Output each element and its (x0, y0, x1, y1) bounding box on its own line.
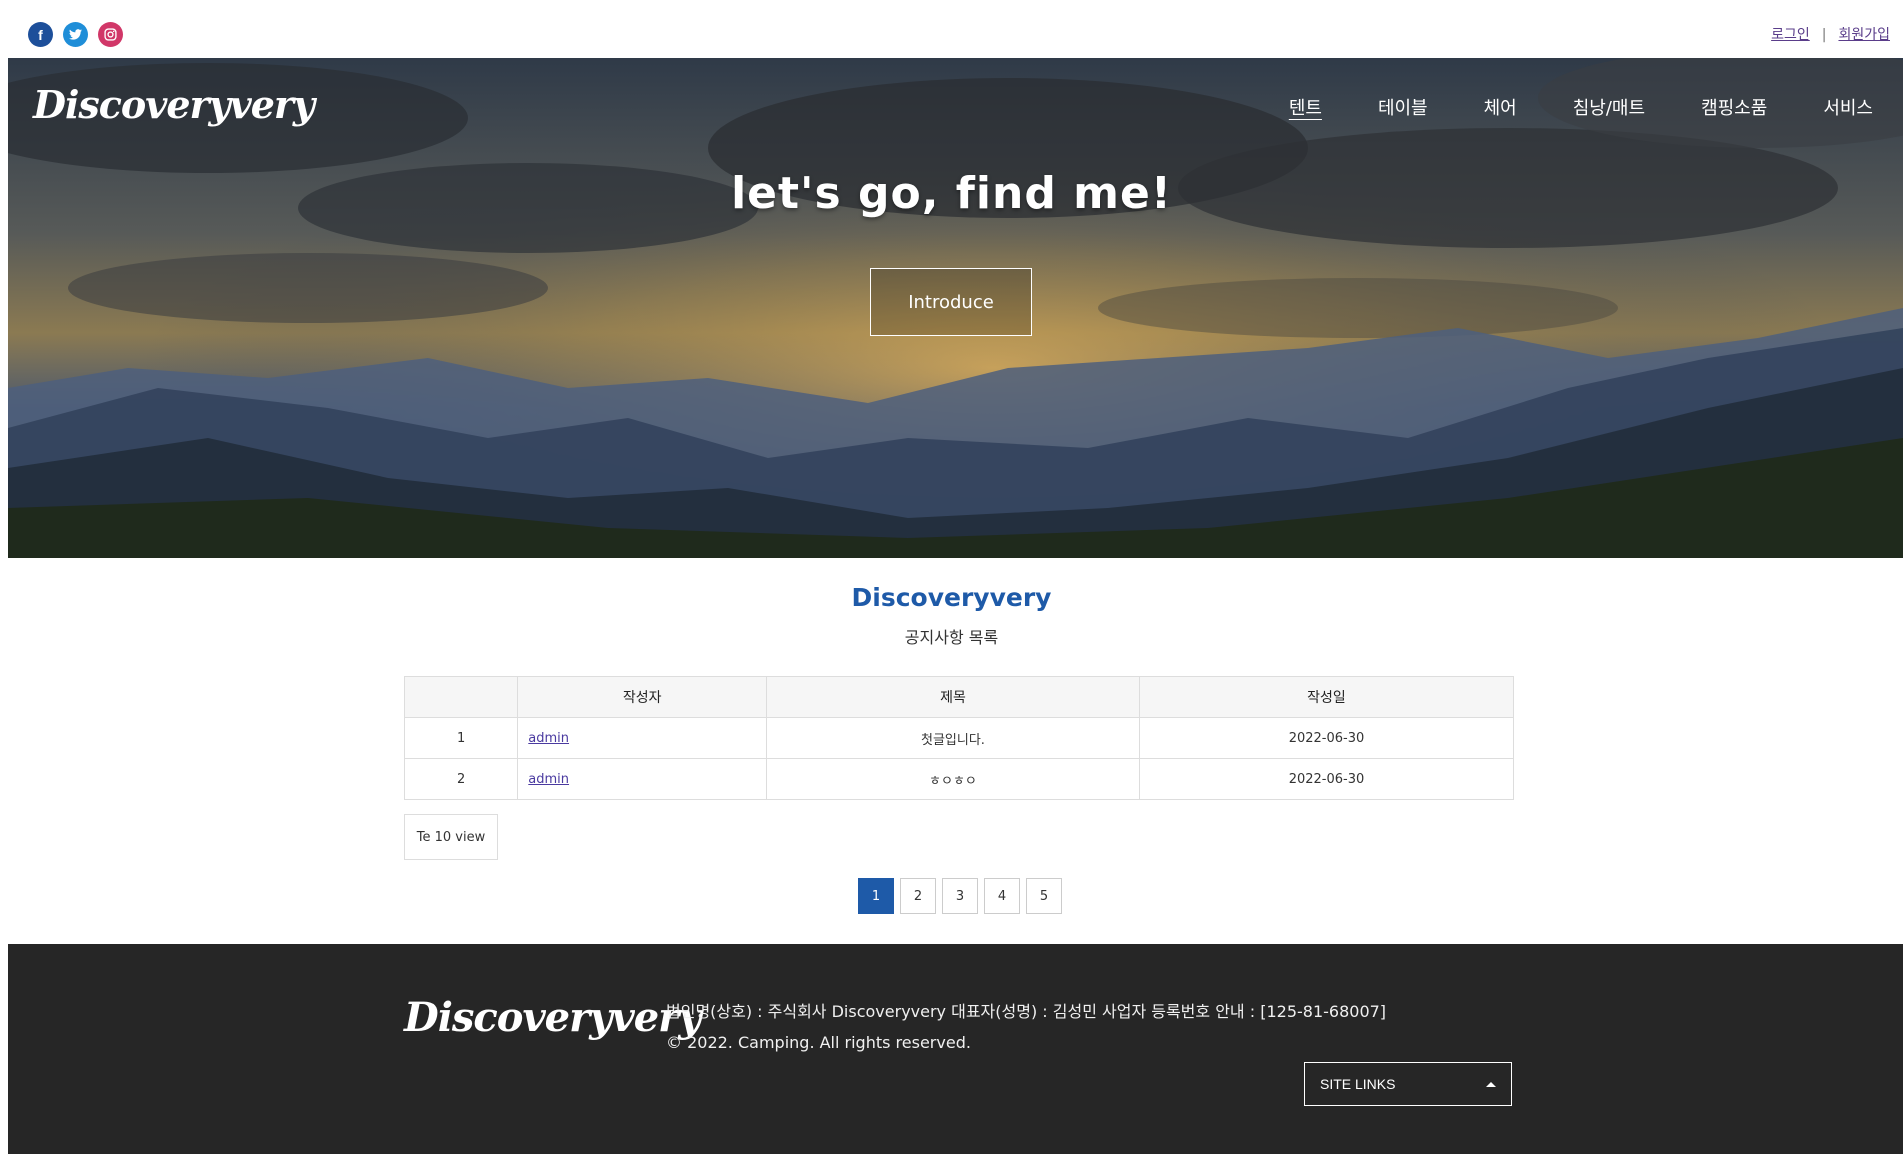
copyright: © 2022. Camping. All rights reserved. (666, 1033, 971, 1052)
page-button-2[interactable]: 2 (900, 878, 936, 914)
nav-item-table[interactable]: 테이블 (1378, 94, 1428, 120)
column-header-title: 제목 (765, 676, 1140, 718)
view-count-select[interactable]: Te 10 view (404, 814, 498, 860)
introduce-button[interactable]: Introduce (870, 268, 1032, 336)
row-date: 2022-06-30 (1138, 758, 1515, 800)
company-info: 법인명(상호) : 주식회사 Discoveryvery 대표자(성명) : 김… (666, 996, 1386, 1058)
page-button-1[interactable]: 1 (858, 878, 894, 914)
top-bar: f 로그인 | 회원가입 (0, 0, 1903, 58)
writer-link[interactable]: admin (528, 731, 569, 746)
login-link[interactable]: 로그인 (1771, 27, 1810, 43)
page-button-5[interactable]: 5 (1026, 878, 1062, 914)
table-row[interactable]: 1 admin 첫글입니다. 2022-06-30 (403, 717, 1515, 759)
facebook-icon[interactable]: f (28, 22, 53, 47)
row-number: 1 (403, 717, 519, 759)
caret-up-icon (1486, 1081, 1496, 1087)
hero-title: let's go, find me! (731, 168, 1172, 219)
page-button-4[interactable]: 4 (984, 878, 1020, 914)
page-button-3[interactable]: 3 (942, 878, 978, 914)
writer-link[interactable]: admin (528, 772, 569, 787)
row-number: 2 (403, 758, 519, 800)
row-writer: admin (517, 717, 767, 759)
site-links-dropdown[interactable]: SITE LINKS (1304, 1062, 1512, 1106)
page-subtitle: 공지사항 목록 (904, 628, 999, 647)
auth-separator: | (1821, 27, 1827, 43)
nav-item-tent[interactable]: 텐트 (1289, 94, 1322, 120)
row-title[interactable]: ㅎㅇㅎㅇ (765, 758, 1140, 800)
site-links-label: SITE LINKS (1320, 1076, 1396, 1092)
signup-link[interactable]: 회원가입 (1838, 27, 1890, 43)
nav-item-camping-goods[interactable]: 캠핑소품 (1701, 94, 1767, 120)
column-header-writer: 작성자 (517, 676, 767, 718)
column-header-date: 작성일 (1138, 676, 1515, 718)
notice-table: 작성자 제목 작성일 1 admin 첫글입니다. 2022-06-30 2 a… (403, 676, 1515, 800)
footer: Discoveryvery 법인명(상호) : 주식회사 Discoveryve… (8, 944, 1903, 1154)
row-title[interactable]: 첫글입니다. (765, 717, 1140, 759)
social-links: f (28, 22, 123, 47)
instagram-icon[interactable] (98, 22, 123, 47)
twitter-icon[interactable] (63, 22, 88, 47)
nav-item-chair[interactable]: 체어 (1484, 94, 1517, 120)
pagination: 1 2 3 4 5 (858, 878, 1062, 914)
row-writer: admin (517, 758, 767, 800)
table-header-row: 작성자 제목 작성일 (403, 676, 1515, 718)
header-logo[interactable]: Discoveryvery (33, 82, 315, 127)
page-title: Discoveryvery (851, 583, 1052, 612)
nav-item-service[interactable]: 서비스 (1823, 94, 1873, 120)
auth-links: 로그인 | 회원가입 (1771, 24, 1890, 44)
nav-item-sleeping-bag[interactable]: 침낭/매트 (1573, 94, 1645, 120)
row-date: 2022-06-30 (1138, 717, 1515, 759)
main-nav: 텐트 테이블 체어 침낭/매트 캠핑소품 서비스 (1233, 94, 1873, 120)
column-header-no (403, 676, 519, 718)
company-details: 법인명(상호) : 주식회사 Discoveryvery 대표자(성명) : 김… (666, 1002, 1387, 1021)
footer-logo[interactable]: Discoveryvery (404, 994, 701, 1041)
table-row[interactable]: 2 admin ㅎㅇㅎㅇ 2022-06-30 (403, 758, 1515, 800)
